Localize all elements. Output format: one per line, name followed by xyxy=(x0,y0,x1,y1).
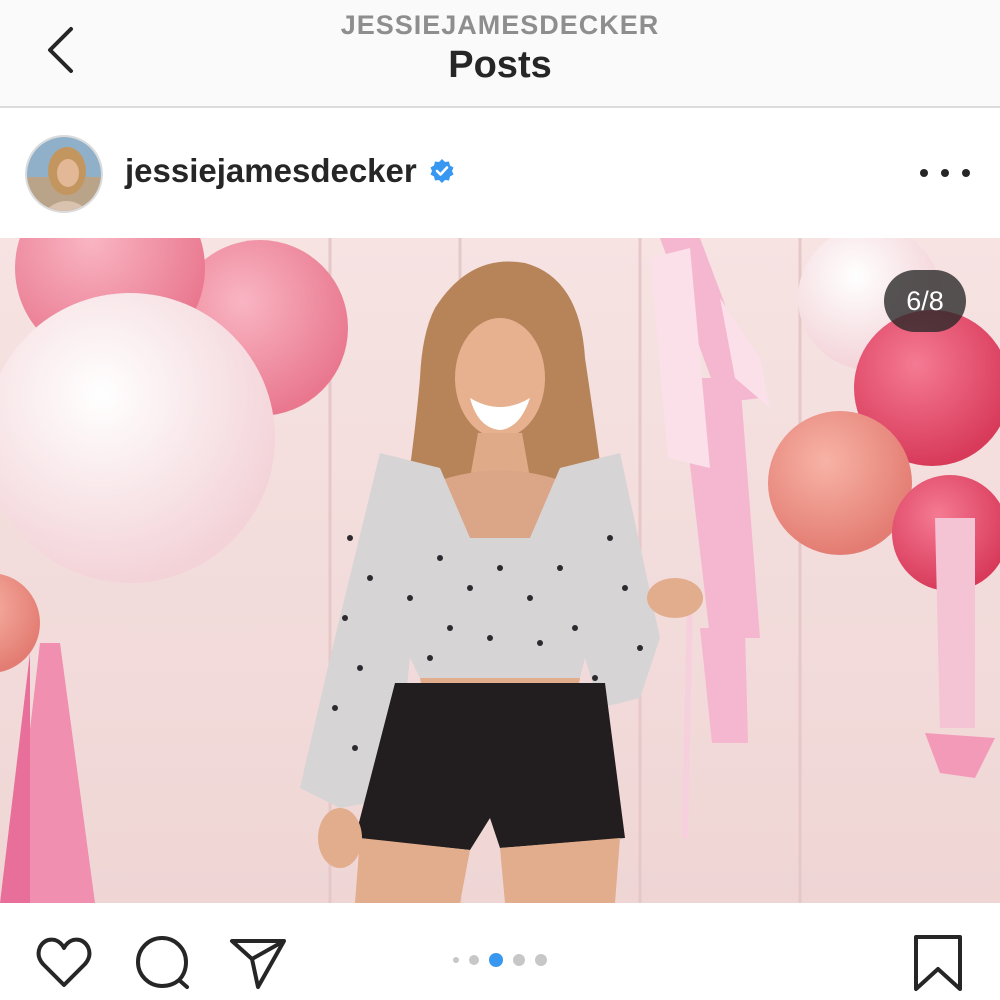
avatar-image xyxy=(27,137,101,211)
more-options-icon[interactable] xyxy=(920,158,970,188)
carousel-dot xyxy=(513,954,525,966)
post-header: jessiejamesdecker xyxy=(0,110,1000,238)
post-photo[interactable]: 6/8 xyxy=(0,238,1000,903)
photo-illustration xyxy=(0,238,1000,903)
avatar[interactable] xyxy=(25,135,103,213)
carousel-dot xyxy=(453,957,459,963)
post-username[interactable]: jessiejamesdecker xyxy=(125,152,417,190)
nav-header: JESSIEJAMESDECKER Posts xyxy=(0,0,1000,108)
carousel-dot xyxy=(469,955,479,965)
post-action-bar xyxy=(0,903,1000,1000)
carousel-dot xyxy=(535,954,547,966)
page-title: Posts xyxy=(448,44,552,86)
carousel-counter: 6/8 xyxy=(884,270,966,332)
carousel-dots xyxy=(0,953,1000,967)
header-account-name: JESSIEJAMESDECKER xyxy=(340,10,660,40)
verified-badge-icon xyxy=(430,159,454,183)
carousel-dot xyxy=(489,953,503,967)
